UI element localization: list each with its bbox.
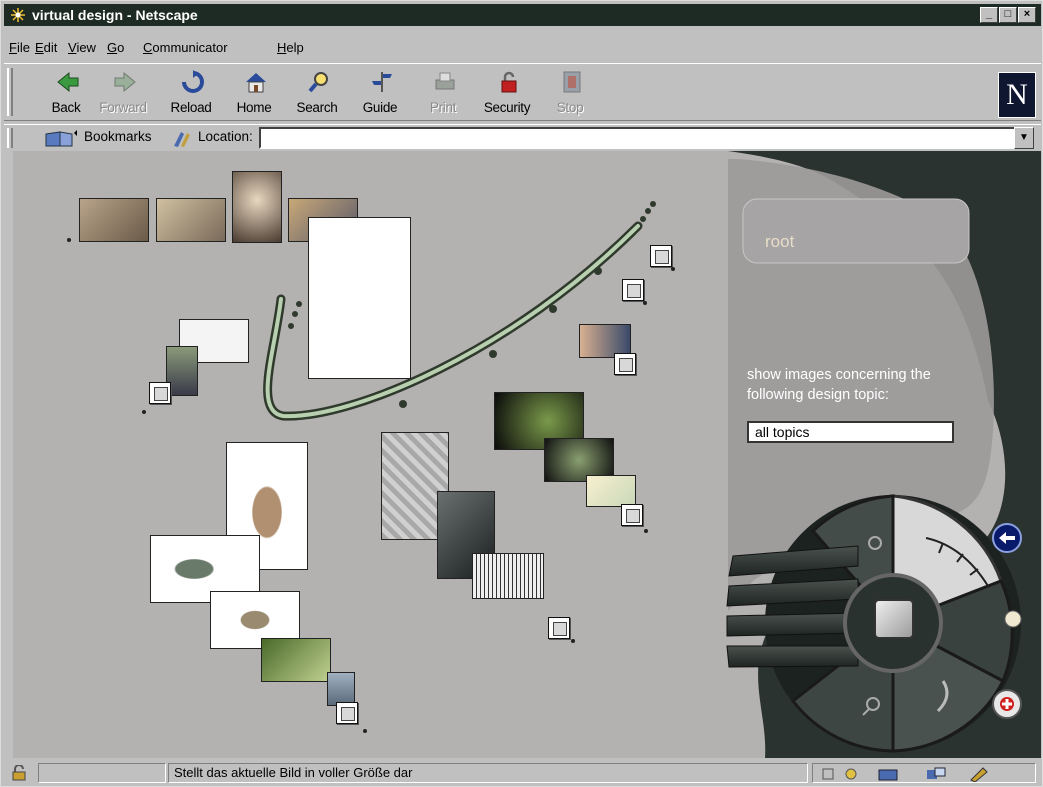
page-art bbox=[263, 151, 1041, 758]
photo-tile[interactable] bbox=[232, 171, 282, 243]
discussions-icon bbox=[927, 767, 946, 779]
minimize-button[interactable]: _ bbox=[980, 7, 998, 23]
menu-go[interactable]: Go bbox=[107, 37, 124, 59]
location-icon[interactable] bbox=[172, 130, 192, 148]
topic-prompt: show images concerning the following des… bbox=[747, 367, 931, 403]
thumbnail-slot[interactable] bbox=[336, 702, 358, 724]
progress-box bbox=[38, 763, 166, 783]
home-icon bbox=[246, 73, 266, 93]
guide-icon bbox=[372, 72, 392, 92]
location-toolbar: Bookmarks Location: ▼ bbox=[4, 124, 1041, 151]
thumbnail-slot[interactable] bbox=[621, 504, 643, 526]
location-label: Location: bbox=[198, 129, 253, 144]
stop-button[interactable]: Stop bbox=[542, 68, 598, 118]
photo-tile[interactable] bbox=[472, 553, 544, 599]
forward-button[interactable]: Forward bbox=[95, 68, 151, 118]
map-tile[interactable] bbox=[586, 475, 636, 507]
navigator-icon bbox=[822, 768, 857, 780]
page-content: root show images concerning the followin… bbox=[13, 151, 1041, 758]
back-arrow-icon bbox=[57, 71, 79, 93]
menu-communicator[interactable]: Communicator bbox=[143, 37, 228, 59]
netscape-app-icon bbox=[11, 8, 25, 22]
node-dot bbox=[67, 238, 71, 242]
lock-icon bbox=[501, 71, 517, 93]
menu-file[interactable]: File bbox=[9, 37, 30, 59]
status-text: Stellt das aktuelle Bild in voller Größe… bbox=[174, 765, 413, 780]
security-lock-icon[interactable] bbox=[10, 765, 28, 781]
navigation-toolbar: Back Forward Reload Home Search Guide Pr… bbox=[4, 63, 1041, 121]
menu-help[interactable]: Help bbox=[277, 37, 304, 59]
guide-button[interactable]: Guide bbox=[352, 68, 408, 118]
node-dot bbox=[644, 529, 648, 533]
search-button[interactable]: Search bbox=[289, 68, 345, 118]
bookmarks-icon[interactable] bbox=[44, 130, 78, 148]
photo-tile[interactable] bbox=[156, 198, 226, 242]
toolbar-grip[interactable] bbox=[7, 68, 13, 116]
node-dot bbox=[643, 301, 647, 305]
thumbnail-slot[interactable] bbox=[149, 382, 171, 404]
forward-arrow-icon bbox=[114, 71, 136, 93]
topic-select[interactable]: all topics bbox=[747, 421, 954, 443]
node-dot bbox=[571, 639, 575, 643]
print-button[interactable]: Print bbox=[415, 68, 471, 118]
thumbnail-slot[interactable] bbox=[650, 245, 672, 267]
stop-icon bbox=[563, 71, 581, 93]
node-dot bbox=[671, 267, 675, 271]
back-navigation-icon[interactable] bbox=[991, 522, 1023, 554]
photo-tile[interactable] bbox=[79, 198, 149, 242]
browser-window: virtual design - Netscape _ □ × File Edi… bbox=[0, 0, 1043, 787]
plant-photo-tile[interactable] bbox=[261, 638, 331, 682]
location-grip[interactable] bbox=[7, 128, 13, 148]
menu-view[interactable]: View bbox=[68, 37, 96, 59]
add-icon[interactable] bbox=[991, 688, 1023, 720]
location-input[interactable] bbox=[259, 127, 1019, 149]
photo-tile[interactable] bbox=[327, 672, 355, 706]
menu-bar: File Edit View Go Communicator Help bbox=[4, 37, 1041, 59]
node-dot bbox=[142, 410, 146, 414]
print-icon bbox=[435, 72, 455, 90]
reload-icon bbox=[182, 70, 204, 93]
menu-edit[interactable]: Edit bbox=[35, 37, 57, 59]
search-icon bbox=[308, 72, 328, 93]
security-button[interactable]: Security bbox=[479, 68, 535, 118]
component-bar-icons bbox=[822, 767, 988, 782]
bookmarks-label[interactable]: Bookmarks bbox=[84, 129, 152, 144]
status-bar: Stellt das aktuelle Bild in voller Größe… bbox=[4, 761, 1041, 785]
mail-icon bbox=[878, 769, 898, 781]
thumbnail-slot[interactable] bbox=[614, 353, 636, 375]
node-dot bbox=[363, 729, 367, 733]
current-node-label: root bbox=[765, 232, 795, 251]
back-button[interactable]: Back bbox=[38, 68, 94, 118]
location-dropdown-arrow[interactable]: ▼ bbox=[1014, 127, 1034, 149]
title-bar[interactable]: virtual design - Netscape _ □ × bbox=[4, 4, 1041, 26]
window-title: virtual design - Netscape bbox=[32, 7, 198, 23]
maximize-button[interactable]: □ bbox=[999, 7, 1017, 23]
home-button[interactable]: Home bbox=[226, 68, 282, 118]
selected-image-placeholder[interactable] bbox=[308, 217, 411, 379]
close-button[interactable]: × bbox=[1018, 7, 1036, 23]
composer-icon bbox=[970, 767, 988, 782]
thumbnail-slot[interactable] bbox=[622, 279, 644, 301]
netscape-logo[interactable]: N bbox=[998, 72, 1036, 118]
reload-button[interactable]: Reload bbox=[163, 68, 219, 118]
thumbnail-slot[interactable] bbox=[548, 617, 570, 639]
